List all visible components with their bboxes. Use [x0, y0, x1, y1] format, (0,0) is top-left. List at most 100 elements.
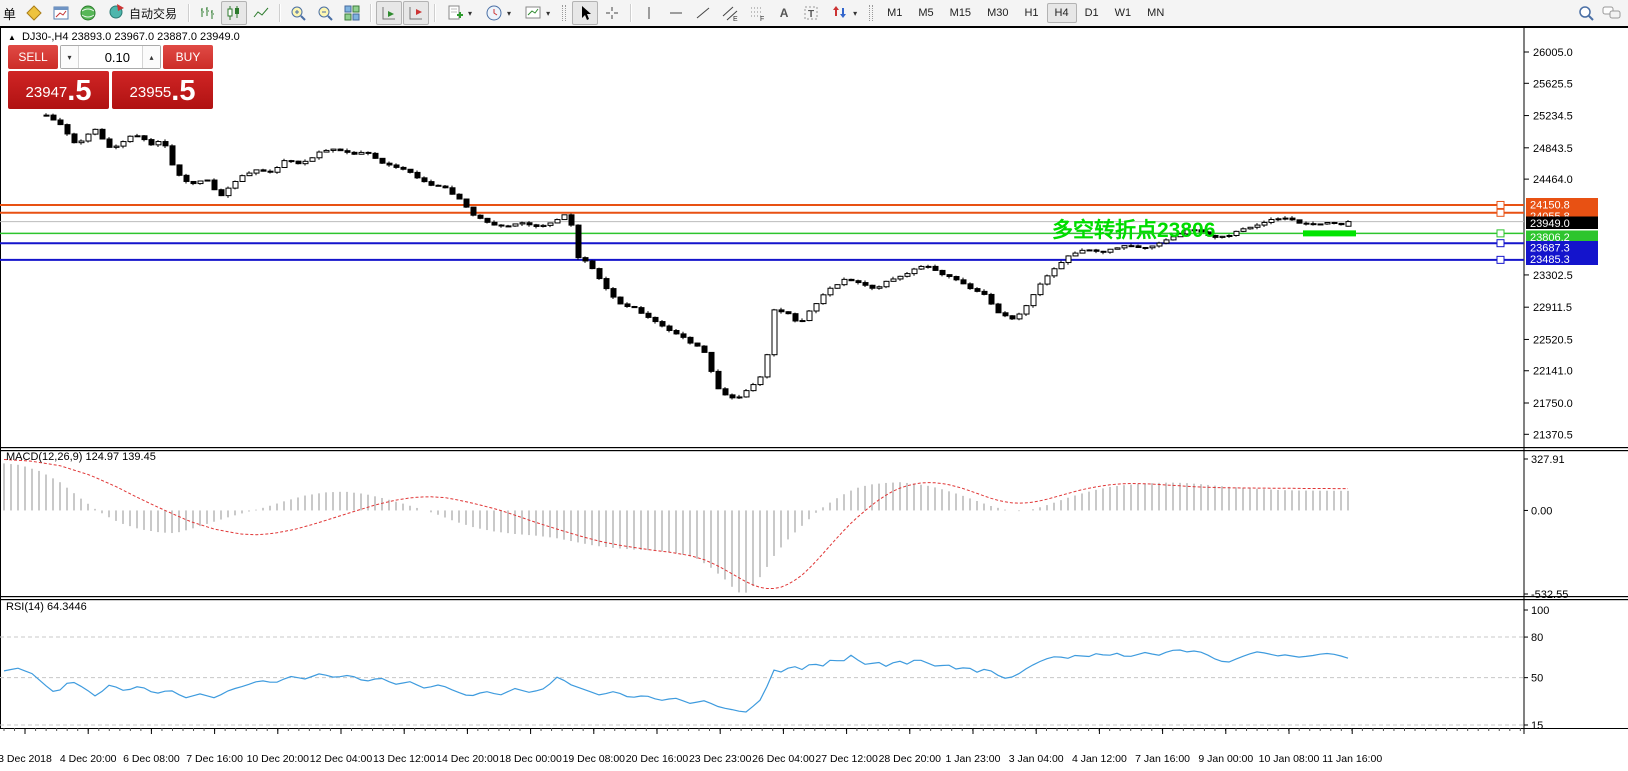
templates-button[interactable]: ▾ — [518, 1, 556, 25]
chart-shift-icon[interactable] — [403, 1, 429, 25]
dropdown-caret-icon: ▾ — [546, 9, 550, 18]
svg-text:7 Dec 16:00: 7 Dec 16:00 — [186, 753, 243, 765]
chat-icon[interactable] — [1599, 1, 1625, 25]
timeframe-M1[interactable]: M1 — [879, 3, 910, 23]
toolbar-separator — [630, 4, 631, 22]
chart-symbol-period: DJ30-,H4 — [22, 31, 68, 43]
svg-text:10 Dec 20:00: 10 Dec 20:00 — [247, 753, 310, 765]
autotrade-button[interactable]: 自动交易 — [102, 1, 183, 25]
macd-indicator-label: MACD(12,26,9) 124.97 139.45 — [6, 451, 156, 463]
svg-text:327.91: 327.91 — [1531, 454, 1565, 466]
tile-windows-icon[interactable] — [339, 1, 365, 25]
svg-text:19 Dec 08:00: 19 Dec 08:00 — [563, 753, 626, 765]
sell-button[interactable]: SELL — [8, 45, 58, 69]
trend-annotation[interactable]: 多空转折点23806 — [1052, 214, 1215, 244]
svg-text:21370.5: 21370.5 — [1533, 429, 1573, 441]
svg-text:26 Dec 04:00: 26 Dec 04:00 — [752, 753, 815, 765]
one-click-trading-panel: SELL ▾ ▴ BUY 23947 .5 23955 .5 — [8, 45, 213, 109]
rsi-indicator-label: RSI(14) 64.3446 — [6, 601, 87, 613]
svg-text:23949.0: 23949.0 — [1530, 218, 1570, 230]
timeframe-M15[interactable]: M15 — [942, 3, 979, 23]
zoom-in-icon[interactable] — [285, 1, 311, 25]
svg-text:27 Dec 12:00: 27 Dec 12:00 — [815, 753, 878, 765]
svg-text:T: T — [808, 9, 814, 20]
svg-text:24843.5: 24843.5 — [1533, 143, 1573, 155]
svg-text:23302.5: 23302.5 — [1533, 270, 1573, 282]
buy-price-main: 23955 — [130, 83, 172, 106]
toolbar-separator — [188, 4, 189, 22]
volume-increase-button[interactable]: ▴ — [142, 46, 160, 68]
volume-decrease-button[interactable]: ▾ — [61, 46, 79, 68]
svg-text:6 Dec 08:00: 6 Dec 08:00 — [123, 753, 180, 765]
buy-button[interactable]: BUY — [163, 45, 213, 69]
equidistant-channel-tool-icon[interactable]: E — [717, 1, 743, 25]
new-order-icon[interactable] — [21, 1, 47, 25]
line-chart-type-icon[interactable] — [248, 1, 274, 25]
bar-chart-type-icon[interactable] — [194, 1, 220, 25]
horizontal-line-tool-icon[interactable] — [663, 1, 689, 25]
svg-text:28 Dec 20:00: 28 Dec 20:00 — [879, 753, 942, 765]
collapse-arrow-icon[interactable]: ▲ — [8, 33, 16, 42]
sell-price-main: 23947 — [26, 83, 68, 106]
timeframe-H4[interactable]: H4 — [1047, 3, 1077, 23]
search-icon[interactable] — [1573, 1, 1599, 25]
svg-text:50: 50 — [1531, 673, 1543, 685]
svg-text:80: 80 — [1531, 632, 1543, 644]
timeframe-bar: M1M5M15M30H1H4D1W1MN — [879, 3, 1172, 23]
toolbar-separator — [370, 4, 371, 22]
order-button-partial[interactable]: 单 — [3, 4, 16, 23]
bar-high-value: 23967.0 — [114, 31, 154, 43]
svg-text:F: F — [760, 16, 764, 22]
svg-text:9 Jan 00:00: 9 Jan 00:00 — [1198, 753, 1253, 765]
periods-button[interactable]: ▾ — [479, 1, 517, 25]
quotes-globe-icon[interactable] — [75, 1, 101, 25]
svg-text:1 Jan 23:00: 1 Jan 23:00 — [946, 753, 1001, 765]
volume-stepper: ▾ ▴ — [60, 45, 161, 69]
bar-low-value: 23887.0 — [157, 31, 197, 43]
timeframe-M5[interactable]: M5 — [910, 3, 941, 23]
svg-text:0.00: 0.00 — [1531, 505, 1552, 517]
toolbar-grip — [562, 5, 566, 21]
buy-price-frac: .5 — [171, 77, 195, 106]
vertical-line-tool-icon[interactable] — [636, 1, 662, 25]
timeframe-MN[interactable]: MN — [1139, 3, 1172, 23]
chart-header: ▲ DJ30-,H4 23893.0 23967.0 23887.0 23949… — [8, 31, 240, 43]
svg-text:22911.5: 22911.5 — [1533, 302, 1572, 314]
volume-input[interactable] — [79, 46, 142, 68]
svg-text:3 Jan 04:00: 3 Jan 04:00 — [1009, 753, 1064, 765]
autotrade-label: 自动交易 — [129, 5, 177, 22]
toolbar-separator — [279, 4, 280, 22]
sell-price: 23947 .5 — [8, 71, 109, 109]
autotrade-icon — [108, 2, 126, 25]
indicators-list-button[interactable]: ▾ — [440, 1, 478, 25]
sell-price-frac: .5 — [67, 77, 91, 106]
chart-area[interactable]: 26005.025625.525234.524843.524464.023302… — [0, 0, 1628, 771]
svg-text:100: 100 — [1531, 605, 1549, 617]
svg-text:15: 15 — [1531, 720, 1543, 732]
main-toolbar: 单 自动交易 ▾ ▾ ▾ — [0, 0, 1628, 26]
timeframe-M30[interactable]: M30 — [979, 3, 1016, 23]
svg-text:14 Dec 20:00: 14 Dec 20:00 — [436, 753, 499, 765]
timeframe-W1[interactable]: W1 — [1107, 3, 1140, 23]
dropdown-caret-icon: ▾ — [853, 9, 857, 18]
zoom-out-icon[interactable] — [312, 1, 338, 25]
text-tool-icon[interactable]: A — [771, 1, 797, 25]
svg-text:18 Dec 00:00: 18 Dec 00:00 — [499, 753, 562, 765]
svg-text:25625.5: 25625.5 — [1533, 78, 1573, 90]
svg-text:25234.5: 25234.5 — [1533, 111, 1573, 123]
toolbar-separator — [434, 4, 435, 22]
svg-text:E: E — [733, 16, 738, 22]
cursor-icon[interactable] — [572, 1, 598, 25]
candlestick-chart-type-icon[interactable] — [221, 1, 247, 25]
crosshair-icon[interactable] — [599, 1, 625, 25]
chart-window-icon[interactable] — [48, 1, 74, 25]
fibonacci-tool-icon[interactable]: F — [744, 1, 770, 25]
trendline-tool-icon[interactable] — [690, 1, 716, 25]
auto-scroll-icon[interactable] — [376, 1, 402, 25]
bar-close-value: 23949.0 — [200, 31, 240, 43]
arrows-tool-button[interactable]: ▾ — [825, 1, 863, 25]
svg-text:22141.0: 22141.0 — [1533, 366, 1573, 378]
text-label-tool-icon[interactable]: T — [798, 1, 824, 25]
timeframe-D1[interactable]: D1 — [1077, 3, 1107, 23]
timeframe-H1[interactable]: H1 — [1016, 3, 1046, 23]
